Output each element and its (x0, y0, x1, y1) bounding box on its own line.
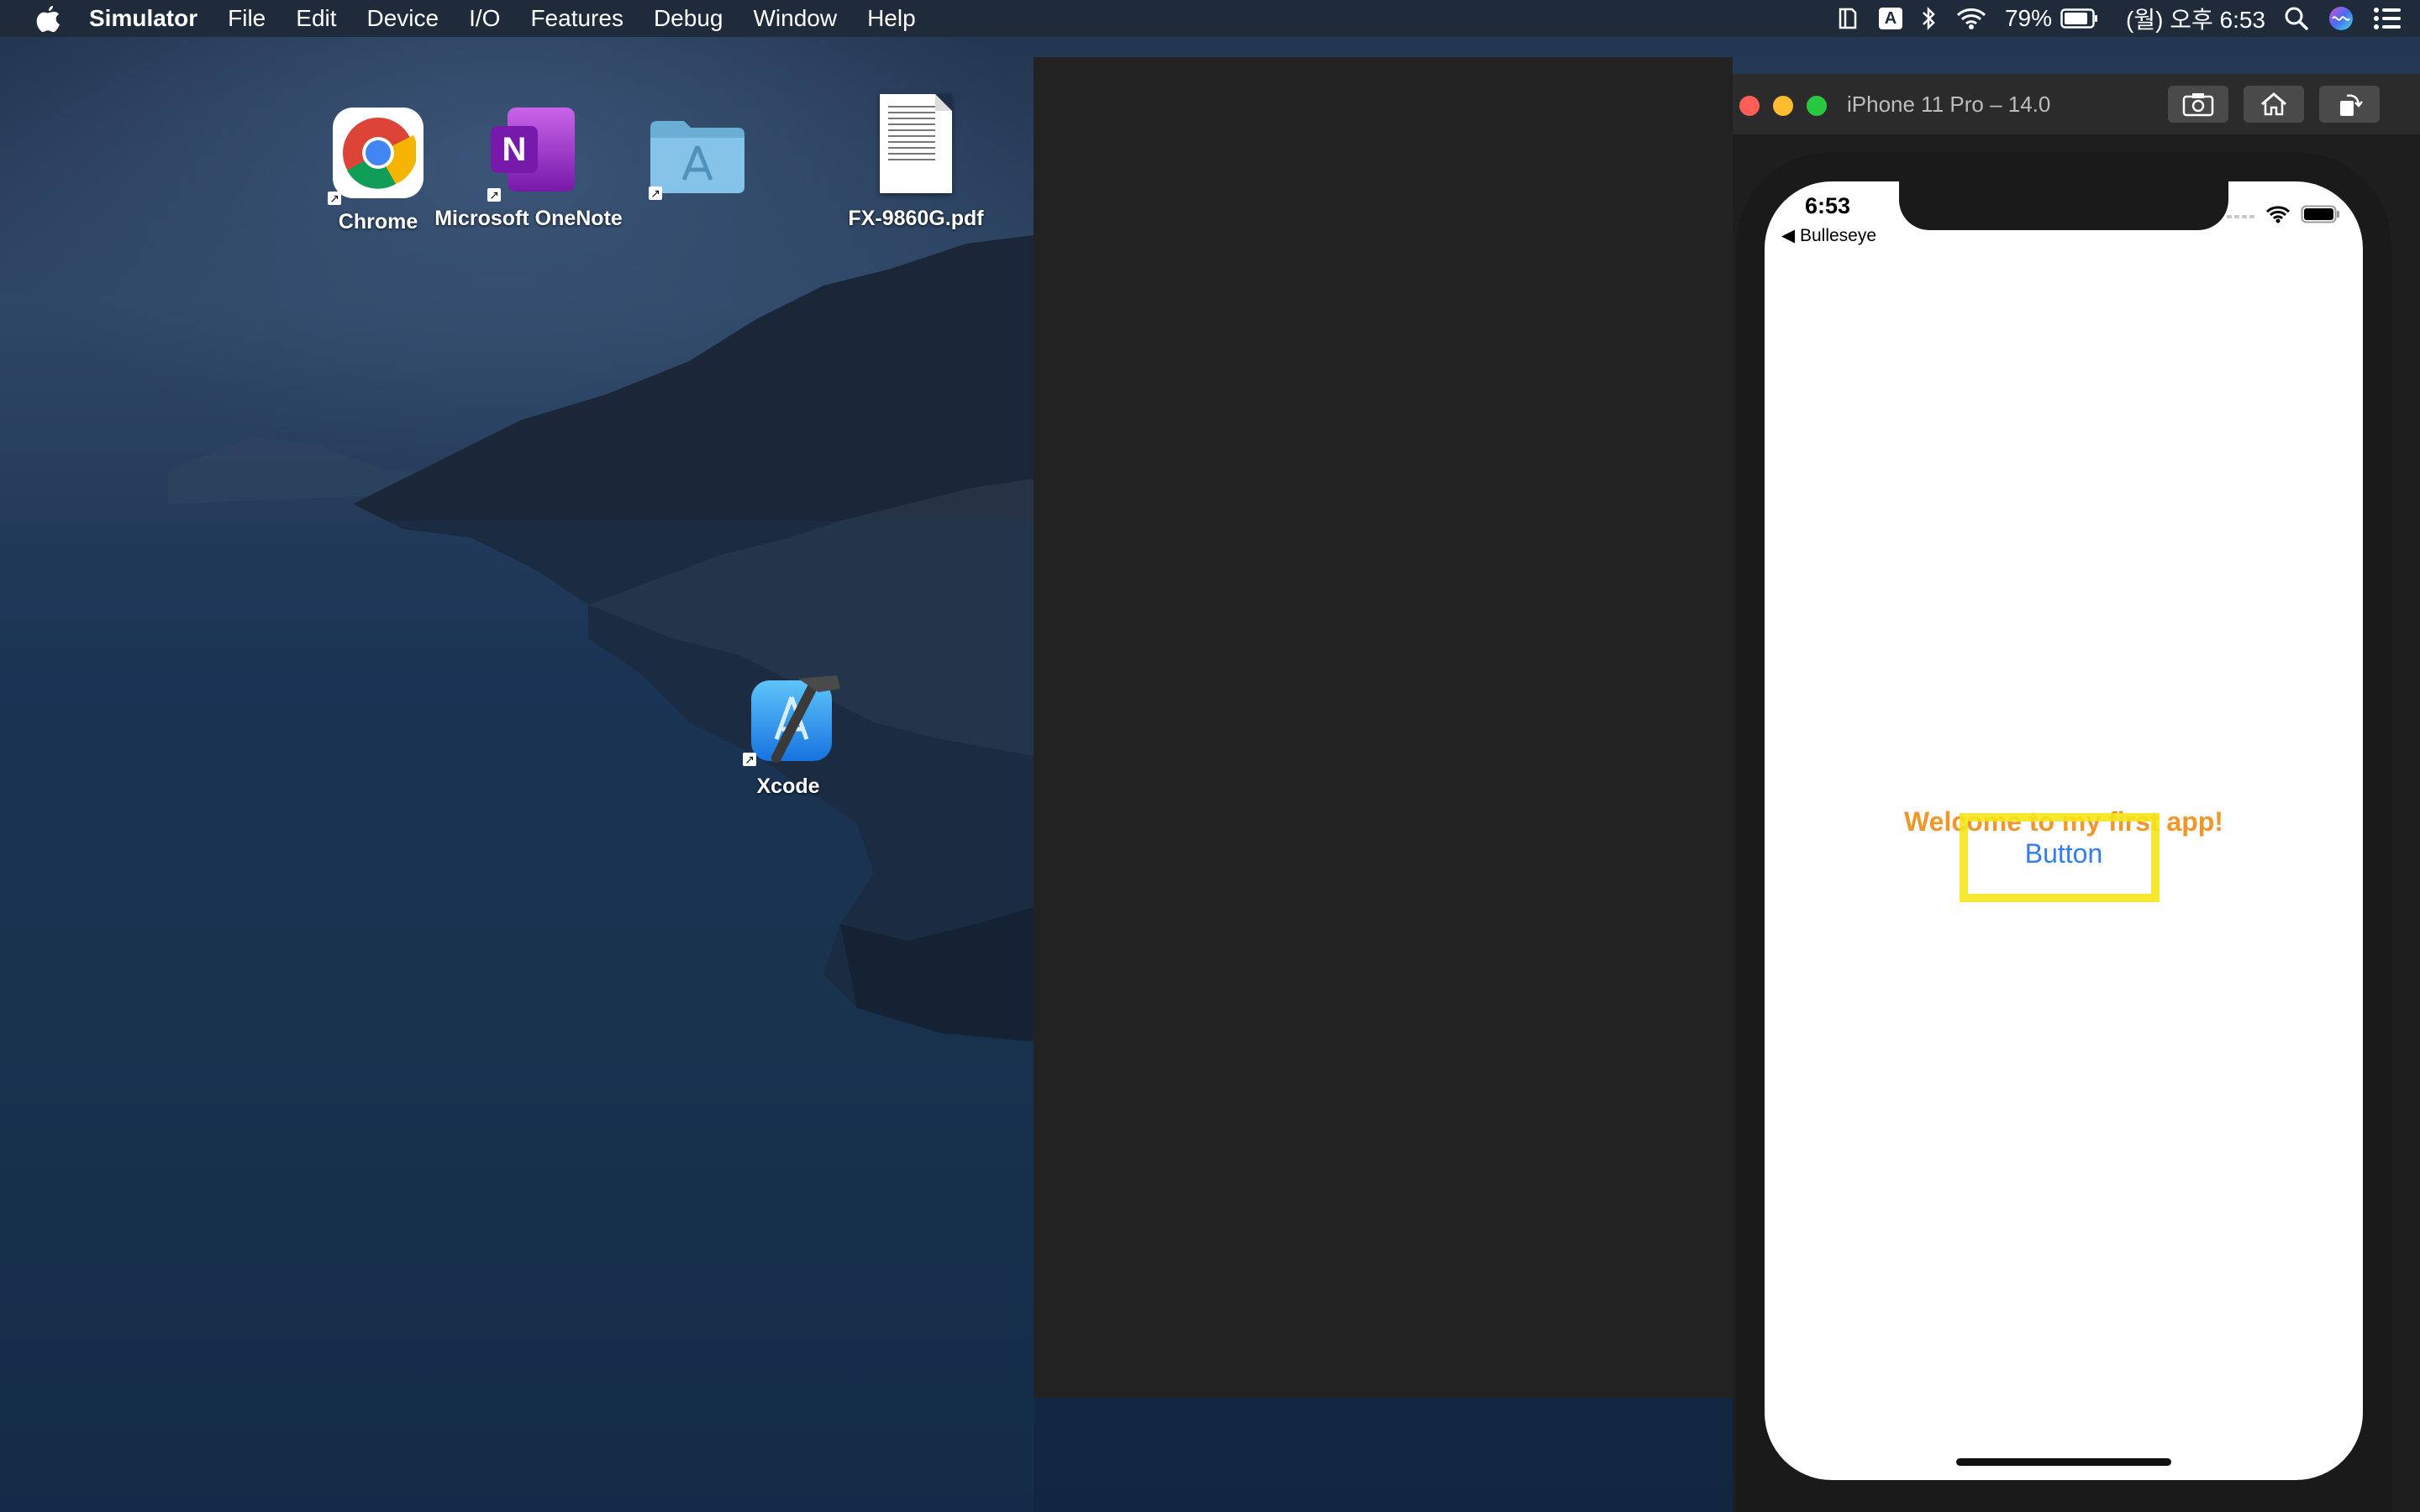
desktop-icon-label: Microsoft OneNote (434, 207, 623, 230)
desktop-icon-label: FX-9860G.pdf (848, 207, 984, 230)
menu-app-name[interactable]: Simulator (89, 0, 213, 37)
battery-percent: 79% (2004, 5, 2053, 31)
zoom-window-button[interactable] (1807, 96, 1827, 116)
menu-debug[interactable]: Debug (639, 0, 739, 37)
minimize-window-button[interactable] (1773, 96, 1793, 116)
desktop-icon-label: Chrome (338, 210, 418, 234)
bluetooth-icon[interactable] (1921, 0, 1938, 37)
onenote-icon: N ↗ (482, 108, 575, 202)
alias-arrow-icon: ↗ (328, 192, 341, 205)
menu-file[interactable]: File (213, 0, 281, 37)
siri-icon[interactable] (2328, 0, 2354, 37)
desktop-icon-onenote[interactable]: N ↗ Microsoft OneNote (432, 108, 625, 231)
alias-arrow-icon: ↗ (487, 188, 501, 202)
menu-io[interactable]: I/O (454, 0, 515, 37)
desktop-icon-xcode[interactable]: ↗ Xcode (738, 670, 840, 799)
menu-window[interactable]: Window (738, 0, 852, 37)
battery-status-icon (2301, 205, 2341, 228)
screenshot-button[interactable] (2168, 86, 2228, 123)
spotlight-search-icon[interactable] (2284, 0, 2309, 37)
menu-help[interactable]: Help (852, 0, 931, 37)
menu-edit[interactable]: Edit (281, 0, 351, 37)
battery-icon[interactable] (2060, 0, 2099, 37)
menu-bar: Simulator File Edit Device I/O Features … (0, 0, 2420, 37)
simulator-titlebar[interactable]: iPhone 11 Pro – 14.0 (1733, 74, 2420, 134)
simulator-window-title: iPhone 11 Pro – 14.0 (1847, 92, 2051, 117)
status-bar-time: 6:53 (1805, 193, 1851, 218)
status-bar-right (2227, 205, 2341, 228)
desktop-icon-label: Xcode (756, 774, 820, 798)
menu-device[interactable]: Device (352, 0, 455, 37)
desktop-icon-applications-folder[interactable]: ↗ (644, 116, 751, 208)
notification-center-icon[interactable] (2373, 0, 2402, 37)
back-to-app-link[interactable]: ◀ Bulleseye (1781, 225, 1876, 246)
cellular-signal-icon (2227, 209, 2255, 224)
pdf-document-icon (880, 94, 952, 193)
input-source-icon[interactable]: A (1878, 0, 1902, 37)
desktop-icon-fx9860g-pdf[interactable]: FX-9860G.pdf (832, 94, 1000, 231)
rotate-icon (2340, 94, 2363, 116)
desktop-icon-chrome[interactable]: ↗ Chrome (323, 108, 434, 234)
xcode-icon: ↗ (743, 670, 840, 766)
chrome-icon: ↗ (328, 108, 424, 205)
camera-icon (2182, 93, 2214, 117)
background-window[interactable] (1034, 57, 1733, 1398)
menu-features[interactable]: Features (515, 0, 639, 37)
alias-arrow-icon: ↗ (743, 753, 756, 766)
notes-status-icon[interactable] (1835, 0, 1860, 37)
device-notch (1899, 181, 2228, 230)
alias-arrow-icon: ↗ (649, 186, 662, 200)
wifi-icon[interactable] (1956, 0, 1986, 37)
rotate-button[interactable] (2319, 86, 2380, 123)
close-window-button[interactable] (1739, 96, 1760, 116)
wifi-status-icon (2265, 205, 2291, 228)
iphone-screen[interactable]: 6:53 ◀ Bulleseye Welcome to my first app… (1765, 181, 2363, 1480)
clock[interactable]: (월) 오후 6:53 (2126, 0, 2265, 37)
applications-folder-icon: ↗ (647, 116, 748, 200)
home-indicator[interactable] (1956, 1458, 2171, 1466)
main-button[interactable]: Button (1765, 838, 2363, 869)
home-button[interactable] (2244, 86, 2304, 123)
home-icon (2261, 92, 2286, 116)
apple-menu-icon[interactable] (30, 0, 67, 37)
